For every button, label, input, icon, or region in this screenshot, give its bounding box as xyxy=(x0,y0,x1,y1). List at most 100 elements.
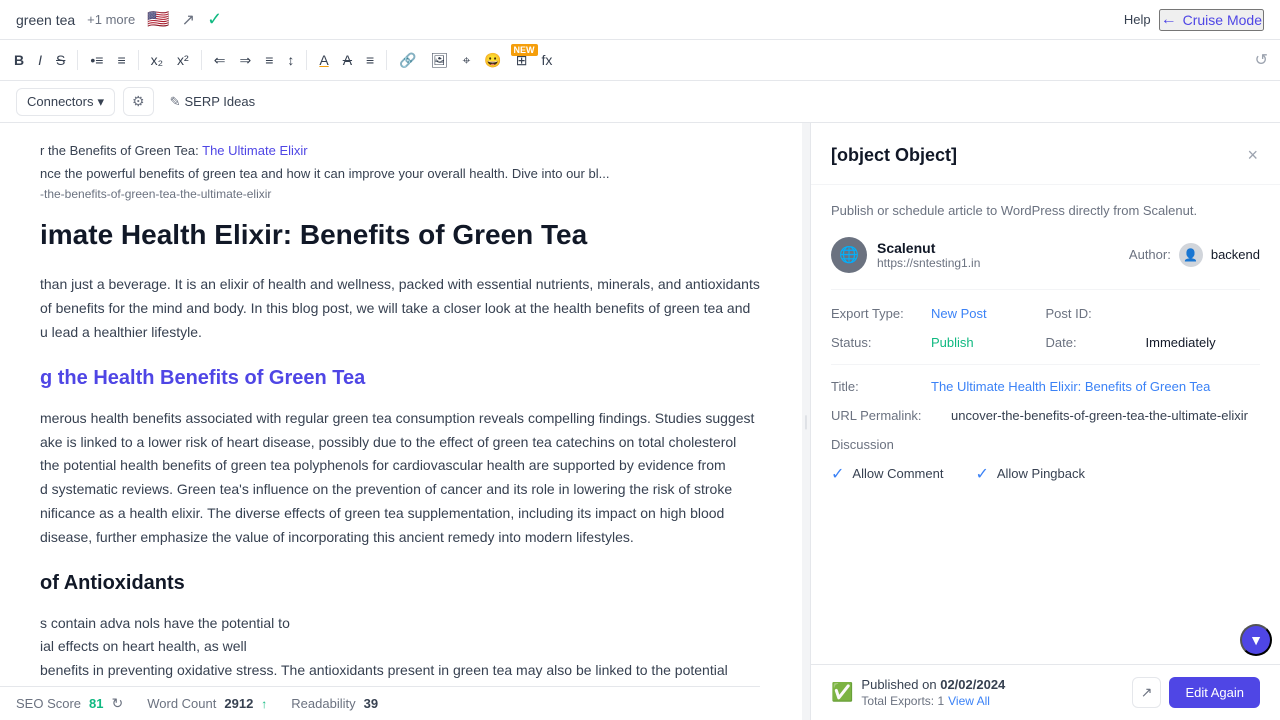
date-value: Immediately xyxy=(1146,335,1216,350)
video-button[interactable]: ⌖ xyxy=(456,48,476,73)
site-logo-icon: 🌐 xyxy=(839,245,859,265)
serp-ideas-label: SERP Ideas xyxy=(184,94,255,109)
bold-button[interactable]: B xyxy=(8,48,30,72)
readability-item: Readability 39 xyxy=(291,696,378,711)
author-name: backend xyxy=(1211,247,1260,262)
wp-site-name: Scalenut xyxy=(877,240,980,256)
article-url: -the-benefits-of-green-tea-the-ultimate-… xyxy=(40,187,762,201)
allow-pingback-checkmark-icon: ✓ xyxy=(975,464,988,484)
date-label: Date: xyxy=(1046,335,1146,350)
indent-button[interactable]: ⇒ xyxy=(233,48,257,73)
article-desc: nce the powerful benefits of green tea a… xyxy=(40,166,762,181)
highlight-button[interactable]: A xyxy=(337,48,358,72)
align-left-button[interactable]: ≡ xyxy=(259,48,279,72)
italic-button[interactable]: I xyxy=(32,48,48,72)
title-label: Title: xyxy=(831,379,931,394)
wp-divider-1 xyxy=(831,364,1260,365)
image-button[interactable]: 🖼 xyxy=(425,48,455,73)
emoji-button[interactable]: 😀 xyxy=(478,48,507,73)
date-cell: Date: Immediately xyxy=(1046,335,1261,350)
ordered-list-button[interactable]: ≡ xyxy=(111,48,131,72)
wp-subtitle: Publish or schedule article to WordPress… xyxy=(831,201,1260,221)
link-button[interactable]: 🔗 xyxy=(393,48,422,73)
seo-score-refresh-button[interactable]: ↻ xyxy=(112,695,124,712)
editor-area[interactable]: r the Benefits of Green Tea: The Ultimat… xyxy=(0,123,802,720)
export-type-cell: Export Type: New Post xyxy=(831,306,1046,321)
outdent-button[interactable]: ⇐ xyxy=(208,48,232,73)
wp-site-row: 🌐 Scalenut https://sntesting1.in Author:… xyxy=(831,237,1260,290)
published-date: 02/02/2024 xyxy=(940,677,1005,692)
allow-comment-check[interactable]: ✓ Allow Comment xyxy=(831,464,943,484)
article-body[interactable]: than just a beverage. It is an elixir of… xyxy=(40,273,762,683)
top-bar-right: Help ← Cruise Mode xyxy=(1124,9,1264,31)
resize-handle[interactable]: ❘ xyxy=(802,123,810,720)
wordpress-publisher-sidebar: [object Object] × Publish or schedule ar… xyxy=(810,123,1280,720)
history-button[interactable]: ↺ xyxy=(1251,46,1272,74)
wp-footer: ✅ Published on 02/02/2024 Total Exports:… xyxy=(811,664,1280,720)
toolbar-sep-1 xyxy=(77,50,78,70)
published-check-icon: ✅ xyxy=(831,682,853,703)
scroll-bottom-button[interactable]: ▼ xyxy=(1240,624,1272,656)
unordered-list-button[interactable]: •≡ xyxy=(84,48,109,72)
export-type-value: New Post xyxy=(931,306,987,321)
readability-label: Readability xyxy=(291,696,355,711)
top-bar-left: green tea +1 more 🇺🇸 ↗ ✓ xyxy=(16,9,222,30)
cruise-arrow-icon: ← xyxy=(1161,11,1177,29)
readability-value: 39 xyxy=(364,696,378,711)
wp-published-info: ✅ Published on 02/02/2024 Total Exports:… xyxy=(831,677,1005,708)
cruise-mode-button[interactable]: ← Cruise Mode xyxy=(1159,9,1264,31)
cruise-mode-label: Cruise Mode xyxy=(1183,12,1262,28)
discussion-label: Discussion xyxy=(831,437,1260,452)
seo-score-label: SEO Score xyxy=(16,696,81,711)
allow-pingback-check[interactable]: ✓ Allow Pingback xyxy=(975,464,1085,484)
edit-again-button[interactable]: Edit Again xyxy=(1169,677,1260,708)
check-done[interactable]: ✓ xyxy=(207,9,222,30)
clear-format-button[interactable]: ≡ xyxy=(360,48,380,72)
meta-link[interactable]: The Ultimate Elixir xyxy=(202,143,307,158)
share-icon[interactable]: ↗ xyxy=(182,10,195,30)
external-link-button[interactable]: ↗ xyxy=(1132,677,1162,708)
formatting-toolbar: B I S •≡ ≡ x₂ x² ⇐ ⇒ ≡ ↕ A A ≡ 🔗 🖼 ⌖ 😀 ⊞… xyxy=(0,40,1280,81)
subscript-button[interactable]: x₂ xyxy=(145,48,169,72)
status-value: Publish xyxy=(931,335,974,350)
post-id-cell: Post ID: xyxy=(1046,306,1261,321)
published-text-block: Published on 02/02/2024 Total Exports: 1… xyxy=(861,677,1005,708)
connectors-label: Connectors xyxy=(27,94,93,109)
wp-body: Publish or schedule article to WordPress… xyxy=(811,185,1280,616)
font-color-button[interactable]: A xyxy=(313,48,334,72)
title-row: Title: The Ultimate Health Elixir: Benef… xyxy=(831,379,1260,394)
author-avatar: 👤 xyxy=(1179,243,1203,267)
line-height-button[interactable]: ↕ xyxy=(281,48,300,72)
allow-comment-label: Allow Comment xyxy=(852,466,943,481)
url-permalink-label: URL Permalink: xyxy=(831,408,951,423)
word-count-value: 2912 xyxy=(224,696,253,711)
wp-site-details: Scalenut https://sntesting1.in xyxy=(877,240,980,270)
wp-checks: ✓ Allow Comment ✓ Allow Pingback xyxy=(831,464,1260,484)
formula-button[interactable]: fx xyxy=(536,48,559,72)
body-para-1: than just a beverage. It is an elixir of… xyxy=(40,273,762,344)
body-para-2: merous health benefits associated with r… xyxy=(40,407,762,550)
toolbar-sep-2 xyxy=(138,50,139,70)
discussion-section: Discussion ✓ Allow Comment ✓ Allow Pingb… xyxy=(831,437,1260,484)
export-type-label: Export Type: xyxy=(831,306,931,321)
superscript-button[interactable]: x² xyxy=(171,48,195,72)
view-all-link[interactable]: View All xyxy=(948,694,990,708)
status-label: Status: xyxy=(831,335,931,350)
serp-ideas-button[interactable]: ✎ SERP Ideas xyxy=(162,89,264,115)
published-date-text: Published on 02/02/2024 xyxy=(861,677,1005,692)
help-link[interactable]: Help xyxy=(1124,12,1151,27)
word-count-up-icon: ↑ xyxy=(261,697,267,711)
top-bar: green tea +1 more 🇺🇸 ↗ ✓ Help ← Cruise M… xyxy=(0,0,1280,40)
toolbar-sep-4 xyxy=(306,50,307,70)
allow-pingback-label: Allow Pingback xyxy=(997,466,1085,481)
settings-button[interactable]: ⚙ xyxy=(123,87,154,116)
wp-header: [object Object] × xyxy=(811,123,1280,185)
status-date-row: Status: Publish Date: Immediately xyxy=(831,335,1260,350)
meta-prefix: r the Benefits of Green Tea: xyxy=(40,143,199,158)
connectors-button[interactable]: Connectors ▾ xyxy=(16,88,115,116)
strikethrough-button[interactable]: S xyxy=(50,48,71,72)
close-button[interactable]: × xyxy=(1245,143,1260,168)
settings-icon: ⚙ xyxy=(132,93,145,109)
toolbar-sep-3 xyxy=(201,50,202,70)
article-meta: r the Benefits of Green Tea: The Ultimat… xyxy=(40,143,762,158)
